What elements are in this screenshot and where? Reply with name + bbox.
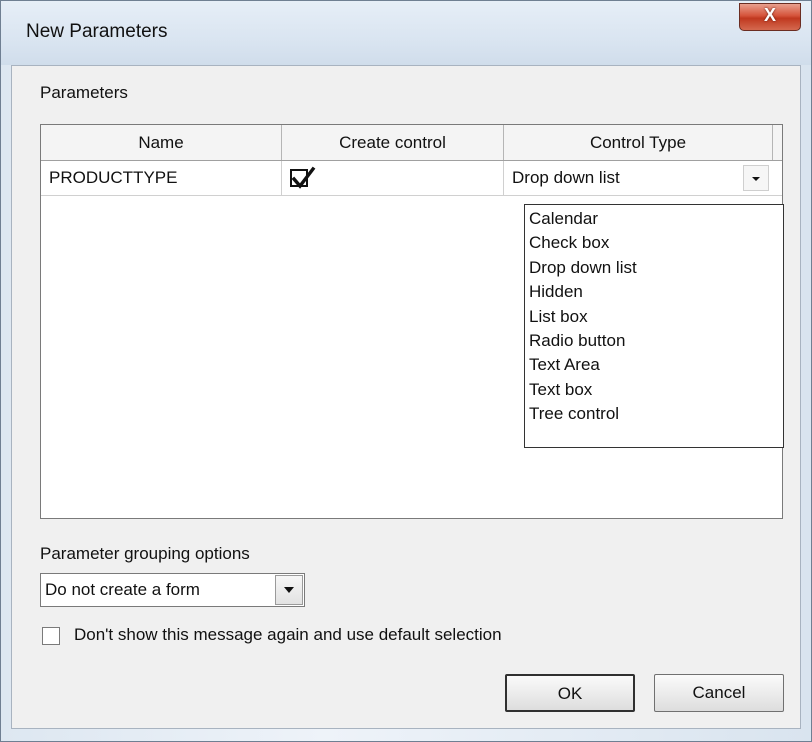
ok-button[interactable]: OK <box>505 674 635 712</box>
create-control-checkbox[interactable] <box>290 166 316 189</box>
control-type-value: Drop down list <box>512 168 620 187</box>
list-item[interactable]: List box <box>529 305 783 329</box>
cell-control-type[interactable]: Drop down list <box>504 161 773 195</box>
list-item[interactable]: Text box <box>529 378 783 402</box>
chevron-down-icon <box>284 587 294 593</box>
check-icon <box>291 166 316 189</box>
column-header-name[interactable]: Name <box>41 125 282 160</box>
list-item[interactable]: Drop down list <box>529 256 783 280</box>
dont-show-checkbox[interactable] <box>42 627 60 645</box>
close-icon: X <box>763 5 776 25</box>
list-item[interactable]: Radio button <box>529 329 783 353</box>
cancel-button[interactable]: Cancel <box>654 674 784 712</box>
grid-header: Name Create control Control Type <box>41 125 782 161</box>
close-button[interactable]: X <box>739 3 801 31</box>
list-item[interactable]: Hidden <box>529 280 783 304</box>
column-header-create-control[interactable]: Create control <box>282 125 504 160</box>
window-title: New Parameters <box>26 21 168 42</box>
cell-create-control[interactable] <box>282 161 504 195</box>
dialog-body: Parameters Name Create control Control T… <box>11 65 801 729</box>
list-item[interactable]: Tree control <box>529 402 783 426</box>
grouping-dropdown-button[interactable] <box>275 575 303 605</box>
cell-name[interactable]: PRODUCTTYPE <box>41 161 282 195</box>
control-type-options-list[interactable]: Calendar Check box Drop down list Hidden… <box>524 204 784 448</box>
dont-show-label[interactable]: Don't show this message again and use de… <box>74 625 502 645</box>
chevron-down-icon <box>752 177 760 181</box>
control-type-dropdown-button[interactable] <box>743 165 769 191</box>
grouping-selected-value: Do not create a form <box>45 580 200 599</box>
grouping-label: Parameter grouping options <box>40 544 250 563</box>
grouping-select[interactable]: Do not create a form <box>40 573 305 607</box>
table-row[interactable]: PRODUCTTYPE Drop down list <box>41 161 782 196</box>
list-item[interactable]: Text Area <box>529 353 783 377</box>
new-parameters-dialog: New Parameters X Parameters Name Create … <box>0 0 812 742</box>
column-header-control-type[interactable]: Control Type <box>504 125 773 160</box>
title-bar[interactable]: New Parameters X <box>1 1 811 65</box>
list-item[interactable]: Check box <box>529 231 783 255</box>
parameters-label: Parameters <box>40 83 128 102</box>
list-item[interactable]: Calendar <box>529 207 783 231</box>
